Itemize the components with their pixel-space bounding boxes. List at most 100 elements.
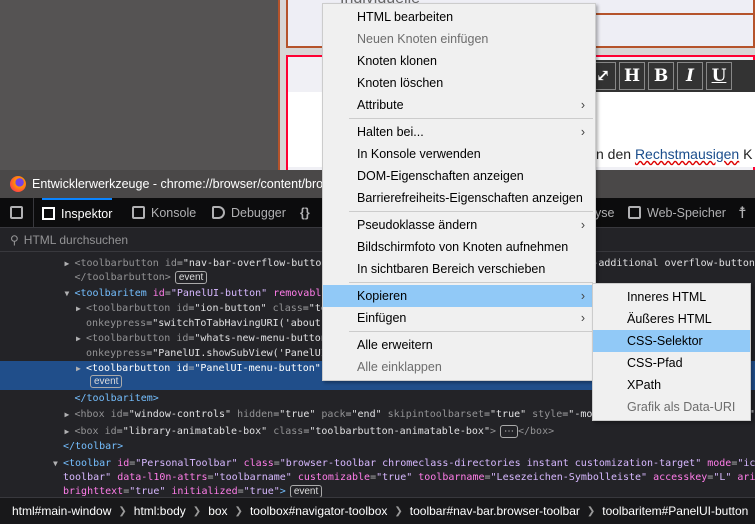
heading-button[interactable]: H <box>619 62 645 90</box>
tab-style-editor[interactable]: {} <box>300 198 310 227</box>
attribute-value: "L" <box>713 472 732 483</box>
attribute-value: "toolbarbutton-animatable-box" <box>309 426 490 437</box>
markup-line[interactable]: ▼ <toolbar id="PersonalToolbar" class="br… <box>0 456 755 471</box>
attribute-name: data-l10n-attrs <box>111 472 208 483</box>
menu-item-label: Neuen Knoten einfügen <box>357 32 489 46</box>
submenu-item-xpath[interactable]: XPath <box>593 374 750 396</box>
menu-item-in-sichtbaren-bereich-verschieben[interactable]: In sichtbaren Bereich verschieben <box>323 258 595 280</box>
tab-label: Debugger <box>231 205 286 220</box>
markup-text: </toolbar> <box>63 439 123 454</box>
tab-web-speicher[interactable]: Web-Speicher <box>628 198 726 227</box>
menu-item-knoten-klonen[interactable]: Knoten klonen <box>323 50 595 72</box>
attribute-value: "true" <box>129 486 166 497</box>
misspelled-word: Rechstmausigen <box>634 146 740 162</box>
menu-item-label: Inneres HTML <box>627 290 707 304</box>
menu-item-knoten-löschen[interactable]: Knoten löschen <box>323 72 595 94</box>
tab-accessibility[interactable]: ☨ <box>738 198 747 227</box>
underline-button[interactable]: U <box>706 62 732 90</box>
attribute-value: "browser-toolbar chromeclass-directories… <box>279 458 702 469</box>
submenu-item-css-pfad[interactable]: CSS-Pfad <box>593 352 750 374</box>
editor-toolbar: ⤢ H B I U <box>590 60 755 92</box>
search-icon: ⚲ <box>10 232 19 247</box>
menu-item-pseudoklasse-ändern[interactable]: Pseudoklasse ändern › <box>323 214 595 236</box>
breadcrumb-item[interactable]: toolbar#nav-bar.browser-toolbar <box>410 504 580 518</box>
context-menu: HTML bearbeiten Neuen Knoten einfügen Knot… <box>322 3 596 381</box>
expand-arrow-icon[interactable]: ▶ <box>65 407 70 422</box>
menu-item-einfügen[interactable]: Einfügen › <box>323 307 595 329</box>
tab-konsole[interactable]: Konsole <box>132 198 196 227</box>
event-badge[interactable]: event <box>90 375 123 388</box>
style-editor-icon: {} <box>300 205 310 220</box>
menu-item-barrierefreiheits-eigenschaften-anzeigen[interactable]: Barrierefreiheits-Eigenschaften anzeigen <box>323 187 595 209</box>
menu-item-in-konsole-verwenden[interactable]: In Konsole verwenden <box>323 143 595 165</box>
markup-text: toolbar" data-l10n-attrs="toolbarname" c… <box>63 470 755 485</box>
chevron-right-icon: ❯ <box>394 505 403 517</box>
menu-item-attribute[interactable]: Attribute › <box>323 94 595 116</box>
menu-item-label: Halten bei... <box>357 125 424 139</box>
attribute-value: "switchToTabHavingURI('about: <box>152 318 327 329</box>
bold-button[interactable]: B <box>648 62 674 90</box>
submenu-item-css-selektor[interactable]: CSS-Selektor <box>593 330 750 352</box>
breadcrumb-item[interactable]: box <box>208 504 227 518</box>
expand-arrow-icon[interactable]: ▶ <box>65 256 70 271</box>
menu-item-html-bearbeiten[interactable]: HTML bearbeiten <box>323 6 595 28</box>
menu-item-kopieren[interactable]: Kopieren › <box>323 285 595 307</box>
attribute-name: initialized <box>165 486 238 497</box>
menu-item-label: CSS-Selektor <box>627 334 703 348</box>
markup-text: </toolbarbutton> event <box>75 270 208 285</box>
tag-name: > <box>279 486 286 497</box>
search-input[interactable]: HTML durchsuchen <box>24 233 128 247</box>
markup-line[interactable]: ▶ <box id="library-animatable-box" class=… <box>0 424 755 439</box>
tag-name: <toolbarbutton <box>86 363 177 374</box>
breadcrumb-item[interactable]: toolbox#navigator-toolbox <box>250 504 387 518</box>
chevron-right-icon: ❯ <box>586 505 596 517</box>
menu-item-bildschirmfoto-von-knoten-aufnehmen[interactable]: Bildschirmfoto von Knoten aufnehmen <box>323 236 595 258</box>
chevron-right-icon: ❯ <box>118 505 127 517</box>
tab-inspektor[interactable]: Inspektor <box>42 198 113 227</box>
firefox-logo-icon <box>10 176 26 192</box>
tag-name: </toolbar> <box>63 441 124 452</box>
tab-debugger[interactable]: Debugger <box>212 198 286 227</box>
markup-line[interactable]: toolbar" data-l10n-attrs="toolbarname" c… <box>0 470 755 485</box>
breadcrumb-item[interactable]: toolbaritem#PanelUI-button <box>602 504 748 518</box>
tab-label: Inspektor <box>61 206 113 221</box>
attribute-name: style <box>526 409 563 420</box>
attribute-name: brighttext <box>63 486 124 497</box>
breadcrumb: html#main-window ❯ html:body ❯ box ❯ toolbox#n… <box>0 497 755 524</box>
collapsed-content-badge[interactable]: ⋯ <box>500 425 518 438</box>
markup-line[interactable]: brighttext="true" initialized="true"> eve… <box>0 484 755 497</box>
attribute-value: "window-controls" <box>128 409 232 420</box>
element-picker-button[interactable] <box>10 198 34 227</box>
attribute-name: id <box>152 288 165 299</box>
breadcrumb-item[interactable]: html:body <box>134 504 186 518</box>
expand-arrow-icon[interactable]: ▶ <box>65 424 70 439</box>
menu-item-label: Barrierefreiheits-Eigenschaften anzeigen <box>357 191 583 205</box>
tag-name: <box <box>74 426 105 437</box>
menu-item-halten-bei[interactable]: Halten bei... › <box>323 121 595 143</box>
menu-item-alle-erweitern[interactable]: Alle erweitern <box>323 334 595 356</box>
expand-arrow-icon[interactable]: ▼ <box>65 286 70 301</box>
expand-arrow-icon[interactable]: ▼ <box>53 456 58 471</box>
attribute-name: onkeypress <box>86 348 147 359</box>
markup-text: <toolbarbutton id="whats-new-menu-button… <box>86 331 333 346</box>
attribute-name: id <box>117 458 130 469</box>
submenu-item-äußeres-html[interactable]: Äußeres HTML <box>593 308 750 330</box>
italic-button[interactable]: I <box>677 62 703 90</box>
expand-arrow-icon[interactable]: ▶ <box>76 301 81 316</box>
tag-name: </box> <box>518 426 555 437</box>
event-badge[interactable]: event <box>174 271 208 284</box>
menu-item-dom-eigenschaften-anzeigen[interactable]: DOM-Eigenschaften anzeigen <box>323 165 595 187</box>
storage-icon <box>628 206 641 219</box>
expand-arrow-icon[interactable]: ▶ <box>76 331 81 346</box>
submenu-item-inneres-html[interactable]: Inneres HTML <box>593 286 750 308</box>
attribute-name: id <box>164 258 177 269</box>
event-badge[interactable]: event <box>289 485 323 497</box>
tab-network[interactable]: yse <box>595 198 614 227</box>
tag-name: <toolbarbutton <box>86 303 177 314</box>
tag-name: <toolbaritem <box>74 288 153 299</box>
markup-line[interactable]: </toolbar> <box>0 439 755 454</box>
attribute-name: onkeypress <box>86 318 147 329</box>
menu-item-label: In sichtbaren Bereich verschieben <box>357 262 546 276</box>
menu-item-label: Grafik als Data-URI <box>627 400 736 414</box>
breadcrumb-item[interactable]: html#main-window <box>12 504 111 518</box>
